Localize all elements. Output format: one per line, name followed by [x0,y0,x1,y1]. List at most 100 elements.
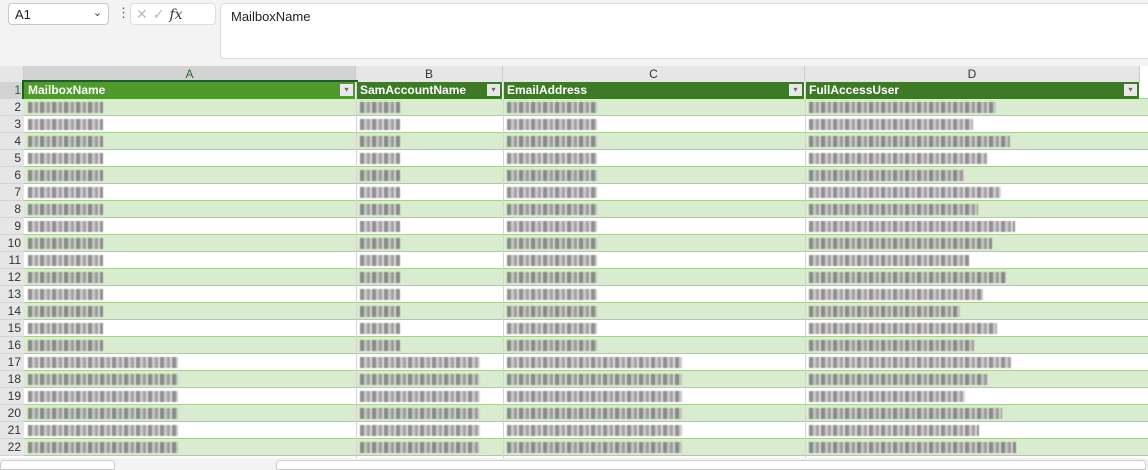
redacted-cell-content[interactable] [507,391,682,402]
redacted-cell-content[interactable] [28,391,178,402]
redacted-cell-content[interactable] [360,238,400,249]
redacted-cell-content[interactable] [360,340,400,351]
sheet-tab[interactable] [0,460,115,470]
redacted-cell-content[interactable] [28,221,103,232]
row-header[interactable]: 2 [0,99,24,116]
redacted-cell-content[interactable] [28,425,178,436]
redacted-cell-content[interactable] [360,408,480,419]
redacted-cell-content[interactable] [360,102,400,113]
row-header[interactable]: 14 [0,303,24,320]
redacted-cell-content[interactable] [360,255,400,266]
cancel-icon[interactable]: ✕ [136,6,153,22]
redacted-cell-content[interactable] [507,221,597,232]
redacted-cell-content[interactable] [507,442,682,453]
redacted-cell-content[interactable] [360,221,400,232]
redacted-cell-content[interactable] [507,102,597,113]
column-header-d[interactable]: D [805,66,1140,82]
redacted-cell-content[interactable] [360,374,480,385]
redacted-cell-content[interactable] [507,187,597,198]
redacted-cell-content[interactable] [360,391,480,402]
redacted-cell-content[interactable] [28,204,103,215]
redacted-cell-content[interactable] [360,442,480,453]
redacted-cell-content[interactable] [809,102,996,113]
redacted-cell-content[interactable] [28,408,178,419]
column-header-a[interactable]: A [24,66,356,82]
redacted-cell-content[interactable] [809,153,987,164]
redacted-cell-content[interactable] [809,408,1002,419]
redacted-cell-content[interactable] [360,425,480,436]
redacted-cell-content[interactable] [360,357,480,368]
redacted-cell-content[interactable] [809,272,1006,283]
redacted-cell-content[interactable] [809,204,978,215]
redacted-cell-content[interactable] [360,323,400,334]
filter-dropdown-icon[interactable]: ▾ [1124,84,1137,96]
name-box[interactable]: A1 ⌄ [8,3,109,25]
row-header[interactable]: 11 [0,252,24,269]
redacted-cell-content[interactable] [809,340,974,351]
row-header[interactable]: 7 [0,184,24,201]
row-header[interactable]: 4 [0,133,24,150]
redacted-cell-content[interactable] [809,170,964,181]
redacted-cell-content[interactable] [809,425,979,436]
redacted-cell-content[interactable] [507,306,597,317]
redacted-cell-content[interactable] [507,323,597,334]
redacted-cell-content[interactable] [809,442,1016,453]
redacted-cell-content[interactable] [28,170,103,181]
row-header[interactable]: 19 [0,388,24,405]
row-header[interactable]: 21 [0,422,24,439]
redacted-cell-content[interactable] [28,119,103,130]
row-header[interactable]: 15 [0,320,24,337]
horizontal-scrollbar[interactable] [276,460,1146,470]
select-all-corner[interactable] [0,66,24,82]
row-header[interactable]: 9 [0,218,24,235]
redacted-cell-content[interactable] [28,340,103,351]
redacted-cell-content[interactable] [507,170,597,181]
redacted-cell-content[interactable] [360,153,400,164]
redacted-cell-content[interactable] [809,187,1001,198]
redacted-cell-content[interactable] [809,323,997,334]
redacted-cell-content[interactable] [809,255,969,266]
redacted-cell-content[interactable] [360,204,400,215]
redacted-cell-content[interactable] [809,238,992,249]
redacted-cell-content[interactable] [28,187,103,198]
table-header-cell[interactable]: EmailAddress ▾ [503,82,805,99]
redacted-cell-content[interactable] [360,119,400,130]
formula-input[interactable]: MailboxName [220,3,1148,59]
column-header-b[interactable]: B [356,66,503,82]
redacted-cell-content[interactable] [28,272,103,283]
redacted-cell-content[interactable] [28,289,103,300]
redacted-cell-content[interactable] [809,119,973,130]
redacted-cell-content[interactable] [507,425,682,436]
redacted-cell-content[interactable] [28,102,103,113]
insert-function-icon[interactable]: fx [169,7,182,23]
row-header[interactable]: 17 [0,354,24,371]
filter-dropdown-icon[interactable]: ▾ [789,84,802,96]
row-header[interactable]: 6 [0,167,24,184]
redacted-cell-content[interactable] [507,340,597,351]
row-header[interactable]: 13 [0,286,24,303]
redacted-cell-content[interactable] [507,204,597,215]
redacted-cell-content[interactable] [809,374,988,385]
redacted-cell-content[interactable] [507,272,597,283]
redacted-cell-content[interactable] [809,391,965,402]
redacted-cell-content[interactable] [28,374,178,385]
row-header[interactable]: 20 [0,405,24,422]
redacted-cell-content[interactable] [507,153,597,164]
redacted-cell-content[interactable] [809,289,983,300]
row-header[interactable]: 5 [0,150,24,167]
redacted-cell-content[interactable] [507,357,682,368]
redacted-cell-content[interactable] [28,238,103,249]
redacted-cell-content[interactable] [507,136,597,147]
redacted-cell-content[interactable] [28,153,103,164]
enter-icon[interactable]: ✓ [153,6,170,22]
redacted-cell-content[interactable] [360,136,400,147]
redacted-cell-content[interactable] [360,306,400,317]
row-header[interactable]: 16 [0,337,24,354]
row-header[interactable]: 10 [0,235,24,252]
filter-dropdown-icon[interactable]: ▾ [487,84,500,96]
redacted-cell-content[interactable] [507,238,597,249]
redacted-cell-content[interactable] [507,289,597,300]
redacted-cell-content[interactable] [28,255,103,266]
row-header[interactable]: 8 [0,201,24,218]
redacted-cell-content[interactable] [507,408,682,419]
